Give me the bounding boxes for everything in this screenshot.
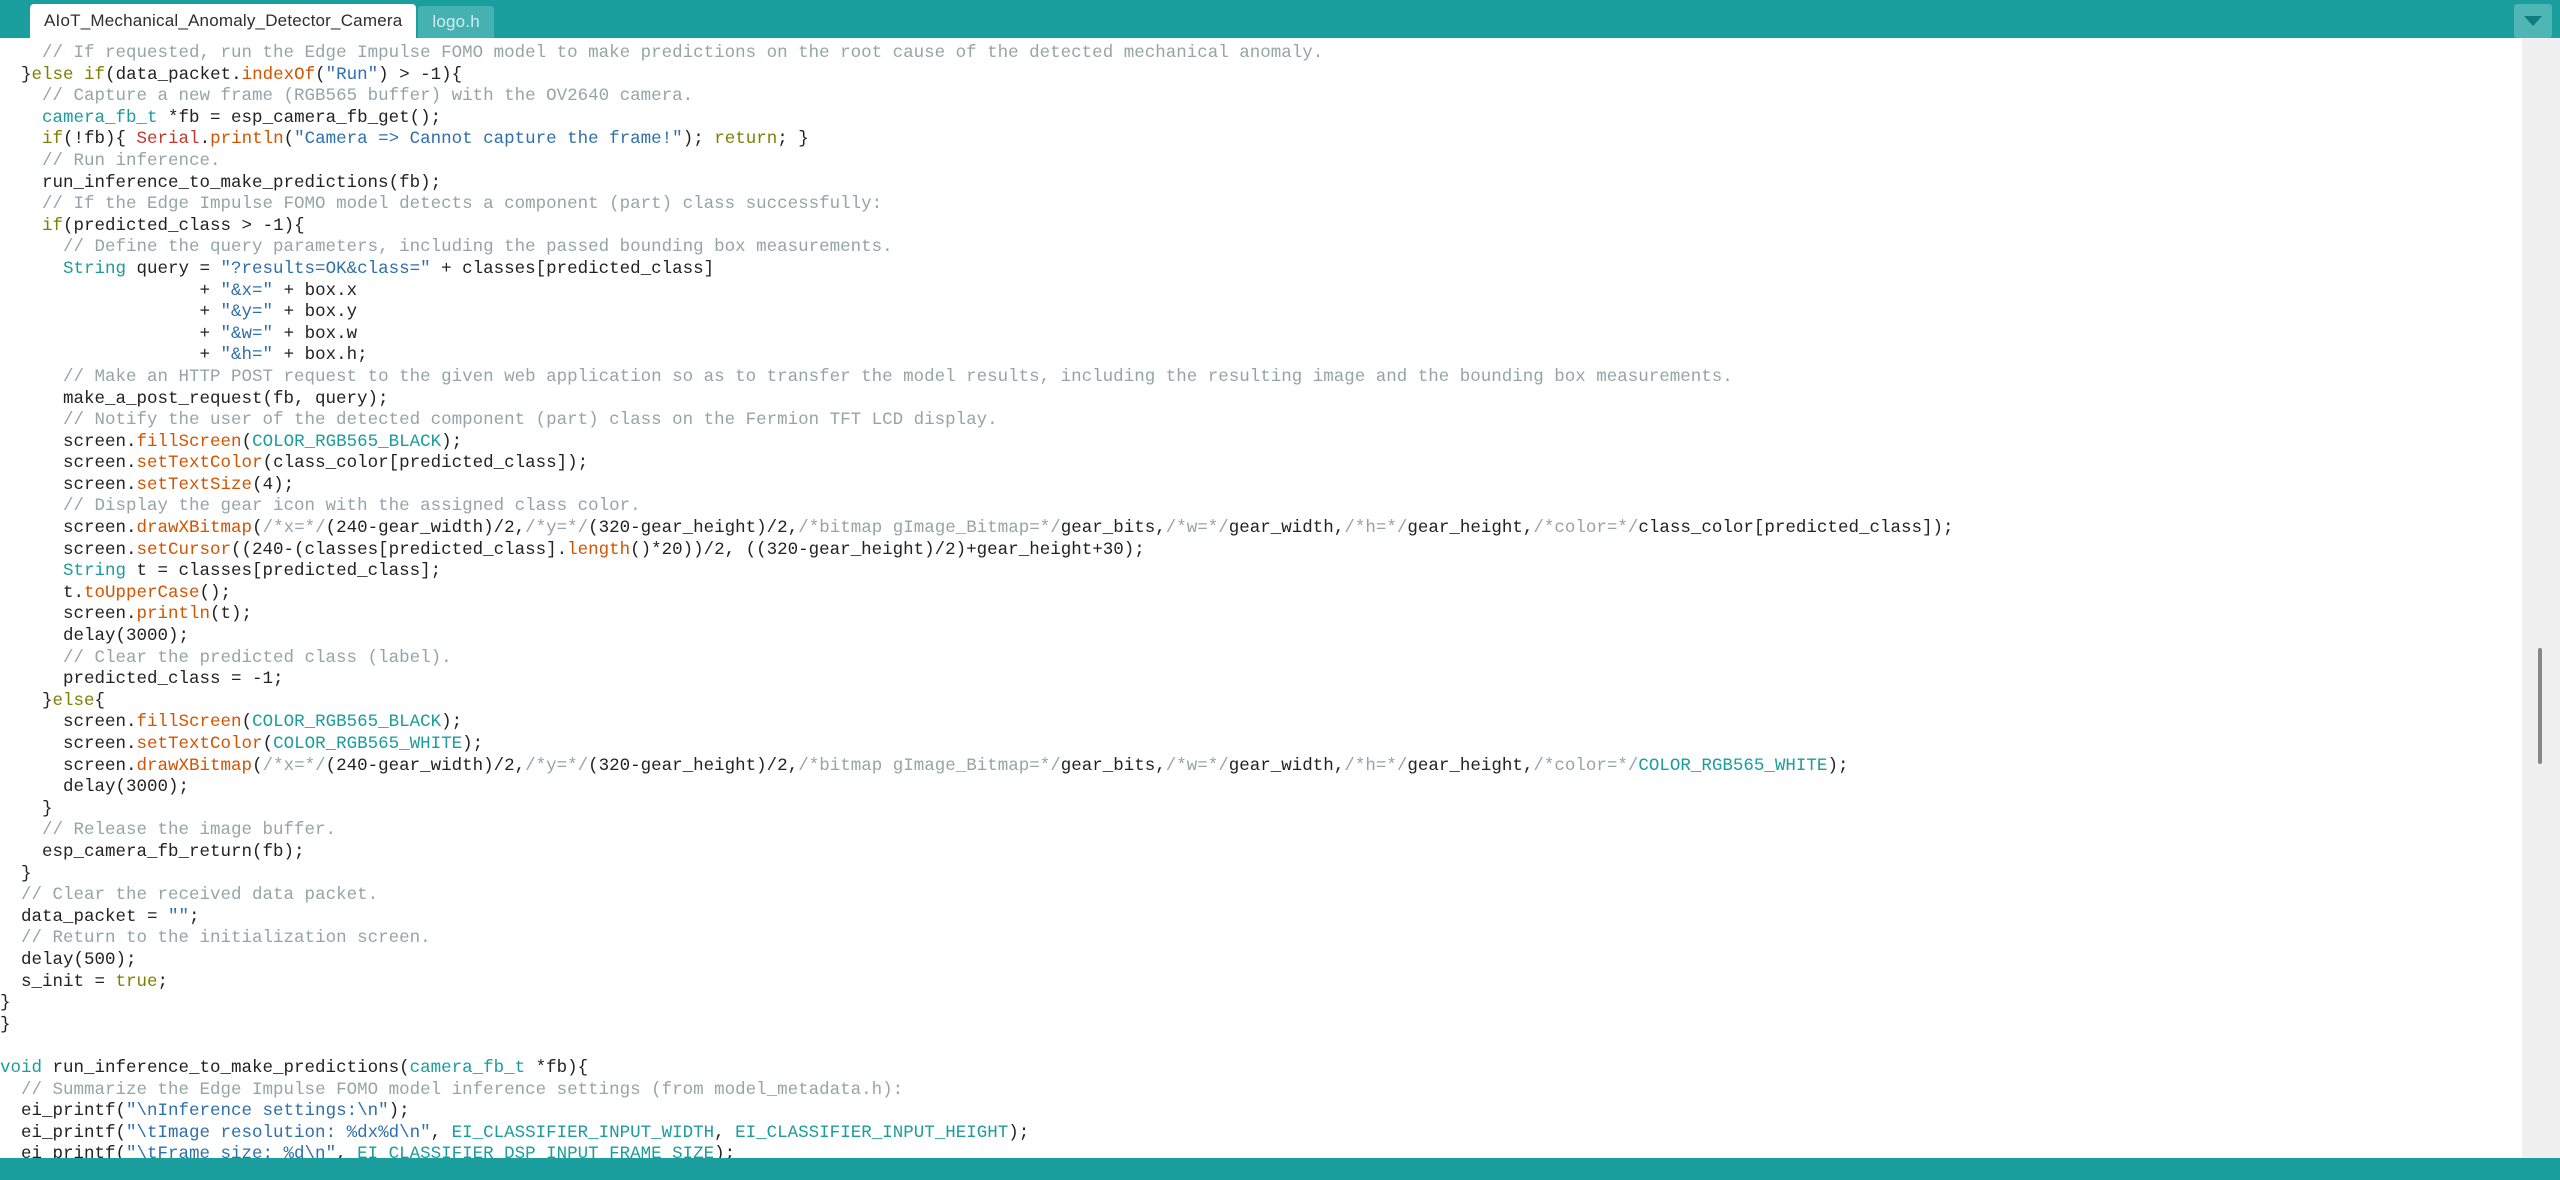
code-line: // Make an HTTP POST request to the give… (63, 366, 1733, 387)
code-line: t.toUpperCase(); (0, 582, 232, 603)
code-line: // Define the query parameters, includin… (63, 237, 893, 258)
code-line: if(!fb){ Serial.println("Camera => Canno… (42, 129, 809, 150)
code-line: delay(3000); (0, 626, 190, 647)
tab-label: logo.h (432, 12, 480, 31)
code-line: } (0, 863, 32, 884)
code-line: screen.fillScreen(COLOR_RGB565_BLACK); (0, 712, 463, 733)
code-line: screen.setTextSize(4); (0, 474, 295, 495)
code-line: + "&y=" + box.y (0, 302, 358, 323)
tab-logo-h[interactable]: logo.h (418, 6, 494, 38)
code-line: // Capture a new frame (RGB565 buffer) w… (42, 86, 694, 107)
tab-bar-spacer (494, 0, 2514, 38)
vertical-scrollbar-track[interactable] (2522, 38, 2560, 1158)
code-line: screen.setTextColor(COLOR_RGB565_WHITE); (0, 734, 484, 754)
code-line: + "&h=" + box.h; (0, 345, 368, 366)
code-line: data_packet = ""; (0, 906, 200, 927)
code-line: esp_camera_fb_return(fb); (0, 841, 305, 862)
code-line: String query = "?results=OK&class=" + cl… (63, 258, 715, 279)
code-line: s_init = true; (0, 971, 169, 992)
code-line: // Summarize the Edge Impulse FOMO model… (21, 1079, 904, 1100)
code-line: // Return to the initialization screen. (21, 928, 431, 949)
tab-aiot-mechanical-anomaly-detector-camera[interactable]: AIoT_Mechanical_Anomaly_Detector_Camera (30, 4, 417, 38)
code-line: make_a_post_request(fb, query); (0, 388, 389, 409)
chevron-down-icon (2523, 15, 2543, 27)
code-line: }else{ (0, 690, 106, 711)
code-line: screen.fillScreen(COLOR_RGB565_BLACK); (0, 431, 463, 452)
code-line: // Display the gear icon with the assign… (63, 496, 641, 517)
code-line: // Notify the user of the detected compo… (63, 410, 998, 431)
status-bar (0, 1158, 2560, 1180)
code-line: screen.drawXBitmap(/*x=*/(240-gear_width… (0, 755, 1849, 776)
source-code[interactable]: // If requested, run the Edge Impulse FO… (0, 38, 2522, 1158)
code-line: predicted_class = -1; (0, 669, 284, 690)
code-editor-area[interactable]: // If requested, run the Edge Impulse FO… (0, 38, 2522, 1158)
code-line: screen.setTextColor(class_color[predicte… (0, 453, 589, 474)
code-line: screen.drawXBitmap(/*x=*/(240-gear_width… (0, 518, 1954, 539)
code-line: screen.println(t); (0, 604, 253, 625)
code-line: // Release the image buffer. (42, 820, 337, 841)
code-line: delay(500); (0, 949, 137, 970)
code-line: // Run inference. (42, 150, 221, 171)
code-line: ei_printf("\nInference settings:\n"); (0, 1101, 410, 1122)
code-line: + "&w=" + box.w (0, 323, 358, 344)
code-line: String t = classes[predicted_class]; (63, 561, 442, 582)
code-line: } (0, 1014, 11, 1035)
tab-menu-button[interactable] (2514, 4, 2552, 38)
code-line: ei_printf("\tFrame size: %d\n", EI_CLASS… (0, 1144, 736, 1158)
tab-bar-left-spacer (0, 0, 30, 38)
code-line: run_inference_to_make_predictions(fb); (0, 172, 442, 193)
code-line: delay(3000); (0, 777, 190, 798)
code-line: // If the Edge Impulse FOMO model detect… (42, 194, 883, 215)
code-line: // Clear the received data packet. (21, 885, 379, 906)
code-line: camera_fb_t *fb = esp_camera_fb_get(); (42, 107, 442, 128)
tab-label: AIoT_Mechanical_Anomaly_Detector_Camera (44, 11, 403, 30)
code-line: ei_printf("\tImage resolution: %dx%d\n",… (0, 1122, 1030, 1143)
code-line: if(predicted_class > -1){ (42, 215, 305, 236)
code-line: screen.setCursor((240-(classes[predicted… (0, 539, 1145, 560)
code-editor-window: AIoT_Mechanical_Anomaly_Detector_Camera … (0, 0, 2560, 1180)
code-line: // Clear the predicted class (label). (63, 647, 452, 668)
tab-bar: AIoT_Mechanical_Anomaly_Detector_Camera … (0, 0, 2560, 38)
vertical-scrollbar-thumb[interactable] (2538, 648, 2542, 764)
code-line: void run_inference_to_make_predictions(c… (0, 1057, 589, 1078)
code-line: + "&x=" + box.x (0, 280, 358, 301)
code-line: } (0, 798, 53, 819)
code-line: // If requested, run the Edge Impulse FO… (42, 43, 1324, 63)
code-line: }else if(data_packet.indexOf("Run") > -1… (0, 64, 463, 85)
code-line: } (0, 993, 11, 1014)
